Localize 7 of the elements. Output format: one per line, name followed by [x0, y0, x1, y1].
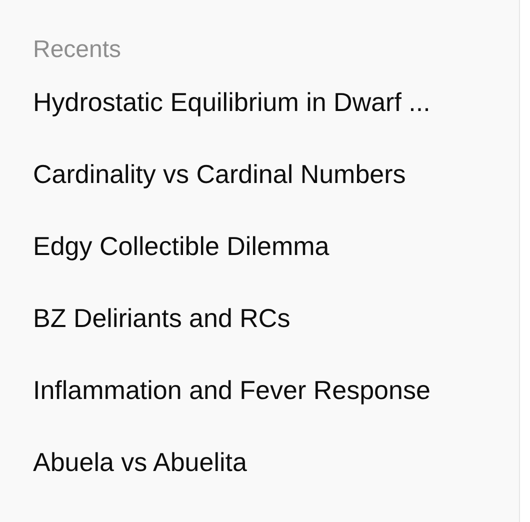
- conversation-link[interactable]: Edgy Collectible Dilemma: [33, 230, 330, 262]
- conversation-link[interactable]: Inflammation and Fever Response: [33, 374, 430, 406]
- conversation-link[interactable]: Hydrostatic Equilibrium in Dwarf ...: [33, 86, 430, 118]
- conversation-link[interactable]: BZ Deliriants and RCs: [33, 302, 290, 334]
- conversation-link[interactable]: Cardinality vs Cardinal Numbers: [33, 158, 406, 190]
- section-title: Recents: [33, 35, 122, 65]
- conversation-link[interactable]: Abuela vs Abuelita: [33, 446, 247, 478]
